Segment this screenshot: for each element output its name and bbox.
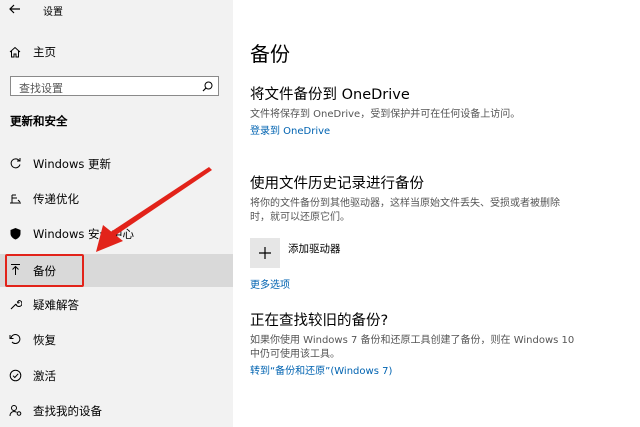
onedrive-heading: 将文件备份到 OneDrive [250,87,410,103]
add-drive-button[interactable] [250,238,280,268]
check-circle-icon [9,369,22,382]
file-history-heading: 使用文件历史记录进行备份 [250,176,424,192]
backup-restore-link[interactable]: 转到“备份和还原”(Windows 7) [250,362,392,377]
file-history-description-line2: 时，就可以还原它们。 [250,212,350,223]
recovery-icon [9,334,21,345]
more-options-link[interactable]: 更多选项 [250,276,290,291]
onedrive-description: 文件将保存到 OneDrive，受到保护并可在任何设备上访问。 [250,109,521,120]
plus-icon [259,247,271,259]
sidebar-item-activation[interactable]: 激活 [0,361,233,391]
onedrive-signin-link[interactable]: 登录到 OneDrive [250,122,330,137]
main-content: 备份 将文件备份到 OneDrive 文件将保存到 OneDrive，受到保护并… [233,0,640,427]
sidebar-item-label: 激活 [33,369,56,383]
file-history-description-line1: 将你的文件备份到其他驱动器，这样当原始文件丢失、受损或者被删除 [250,198,560,209]
sidebar-item-label: 恢复 [33,333,56,347]
older-backup-description-line1: 如果你使用 Windows 7 备份和还原工具创建了备份，则在 Windows … [250,335,575,346]
sidebar-item-find-my-device[interactable]: 查找我的设备 [0,396,233,426]
person-location-icon [9,405,22,417]
sidebar-item-label: 查找我的设备 [33,404,102,418]
older-backup-heading: 正在查找较旧的备份? [250,313,389,329]
add-drive-label[interactable]: 添加驱动器 [288,241,341,256]
sidebar: 设置 主页 查找设置 更新和安全 Windows 更新 传递优化 Windows… [0,0,233,427]
page-title: 备份 [250,42,290,66]
annotation-arrow [96,167,212,252]
older-backup-description-line2: 中仍可使用该工具。 [250,349,340,360]
sidebar-item-recovery[interactable]: 恢复 [0,325,233,355]
